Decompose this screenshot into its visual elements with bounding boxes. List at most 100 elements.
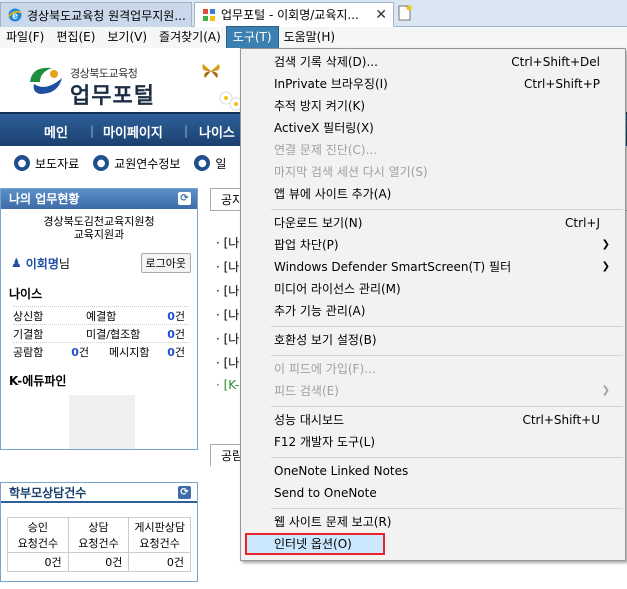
menu-item-feed-discovery: 피드 검색(E) ❯ [242, 380, 624, 402]
user-icon: ● [194, 155, 211, 171]
menu-file[interactable]: 파일(F) [0, 27, 50, 48]
table-header: 상담 요청건수 [69, 518, 130, 552]
user-row: ♟ 이회명 님 로그아웃 [11, 253, 197, 273]
menu-item-popup-blocker[interactable]: 팝업 차단(P) ❯ [242, 234, 624, 256]
menu-separator [271, 406, 623, 407]
stat-label[interactable]: 상신함 [13, 308, 86, 324]
menu-tools[interactable]: 도구(T) [225, 26, 279, 49]
stat-value: 0건 [167, 309, 185, 323]
panel-title-text: 나의 업무현황 [9, 192, 80, 206]
menu-item-send-to-onenote[interactable]: Send to OneNote [242, 482, 624, 504]
menu-item-activex-filtering[interactable]: ActiveX 필터링(X) [242, 117, 624, 139]
new-tab-icon[interactable] [396, 4, 414, 22]
org-line-1: 경상북도김천교육지원청 [43, 215, 155, 228]
menu-view[interactable]: 보기(V) [101, 27, 153, 48]
menu-separator [271, 457, 623, 458]
browser-tab-remote-support[interactable]: e 경상북도교육청 원격업무지원... [0, 2, 192, 27]
list-item[interactable]: · [나 [216, 354, 239, 378]
gyeongbuk-logo-icon[interactable] [26, 62, 66, 98]
menu-item-view-downloads[interactable]: 다운로드 보기(N) Ctrl+J [242, 212, 624, 234]
stat-label[interactable]: 기결함 [13, 326, 86, 342]
shortcut: Ctrl+Shift+Del [511, 55, 600, 69]
quicklink-label: 일 [215, 156, 227, 171]
quicklink-press[interactable]: ● 보도자료 [14, 155, 79, 172]
menu-item-internet-options[interactable]: 인터넷 옵션(O) [245, 533, 385, 555]
nav-mypage[interactable]: 마이페이지 [103, 122, 163, 141]
browser-tab-bar: e 경상북도교육청 원격업무지원... 업무포털 - 이회명/교육지... ✕ [0, 0, 627, 27]
menu-item-smartscreen[interactable]: Windows Defender SmartScreen(T) 필터 ❯ [242, 256, 624, 278]
menu-edit[interactable]: 편집(E) [50, 27, 101, 48]
shortcut: Ctrl+Shift+U [522, 413, 600, 427]
tab-label: 경상북도교육청 원격업무지원... [27, 8, 185, 23]
nav-divider: | [90, 124, 95, 138]
org-line-2: 교육지원과 [73, 228, 125, 241]
quicklink-training[interactable]: ● 교원연수정보 [93, 155, 180, 172]
menu-favorites[interactable]: 즐겨찾기(A) [153, 27, 227, 48]
butterfly-icon [202, 64, 220, 78]
menu-item-report-website-problems[interactable]: 웹 사이트 문제 보고(R) [242, 511, 624, 533]
stat-label[interactable]: 공람함 [13, 344, 63, 360]
list-item[interactable]: · [K- [216, 378, 239, 402]
nav-neis[interactable]: 나이스 [199, 122, 235, 141]
menu-item-add-to-apps[interactable]: 앱 뷰에 사이트 추가(A) [242, 183, 624, 205]
submenu-arrow-icon: ❯ [601, 261, 610, 272]
quicklink-third[interactable]: ● 일 [194, 155, 226, 172]
my-work-status-panel: 나의 업무현황 ⟳ 경상북도김천교육지원청 교육지원과 ♟ 이회명 님 로그아웃… [0, 188, 198, 450]
quicklink-label: 보도자료 [35, 156, 80, 171]
neis-stats: 상신함 예결함 0건 기결함 미결/협조함 0건 공람함 0건 메시지함 0건 [13, 306, 189, 360]
list-item[interactable]: · [나 [216, 282, 239, 306]
logo-title[interactable]: 업무포털 [70, 78, 155, 110]
table-cell[interactable]: 0건 [68, 552, 130, 571]
user-suffix: 님 [58, 256, 70, 271]
browser-tab-portal[interactable]: 업무포털 - 이회명/교육지... ✕ [194, 2, 394, 27]
list-item[interactable]: · [나 [216, 330, 239, 354]
menu-item-f12-devtools[interactable]: F12 개발자 도구(L) [242, 431, 624, 453]
quick-links: ● 보도자료 ● 교원연수정보 ● 일 [0, 152, 226, 174]
quicklink-label: 교원연수정보 [114, 156, 181, 171]
menu-item-compatibility-view[interactable]: 호환성 보기 설정(B) [242, 329, 624, 351]
nav-main[interactable]: 메인 [44, 122, 68, 141]
stat-value: 0건 [167, 345, 185, 359]
stats-row: 기결함 미결/협조함 0건 [13, 324, 189, 342]
edufine-image-placeholder [69, 395, 135, 449]
menu-item-performance-dashboard[interactable]: 성능 대시보드 Ctrl+Shift+U [242, 409, 624, 431]
menu-item-subscribe-feed: 이 피드에 가입(F)... [274, 362, 376, 376]
menu-separator [271, 355, 623, 356]
menu-separator [271, 508, 623, 509]
user-name[interactable]: 이회명 [26, 255, 59, 272]
table-cell[interactable]: 0건 [8, 552, 69, 571]
table-header: 승인 요청건수 [8, 518, 69, 552]
user-icon: ● [14, 155, 30, 171]
stat-label[interactable]: 메시지함 [109, 344, 159, 360]
menu-item-diagnose-connection: 연결 문제 진단(C)... [274, 143, 378, 157]
refresh-icon[interactable]: ⟳ [178, 486, 191, 499]
shortcut: Ctrl+J [565, 216, 600, 230]
menu-item-inprivate[interactable]: InPrivate 브라우징(I) Ctrl+Shift+P [242, 73, 624, 95]
stats-row: 공람함 0건 메시지함 0건 [13, 342, 189, 360]
tab-label: 업무포털 - 이회명/교육지... [221, 8, 359, 22]
stat-label[interactable]: 미결/협조함 [86, 326, 159, 342]
list-item[interactable]: · [나 [216, 258, 239, 282]
neis-section-title: 나이스 [9, 287, 43, 301]
parent-counseling-panel: 학부모상담건수 ⟳ 승인 요청건수 상담 요청건수 게시판상담 요청건수 0건 0건 … [0, 482, 198, 582]
refresh-icon[interactable]: ⟳ [178, 192, 191, 205]
submenu-arrow-icon: ❯ [601, 385, 610, 396]
menu-item-delete-history[interactable]: 검색 기록 삭제(D)... Ctrl+Shift+Del [242, 51, 624, 73]
menu-item-manage-addons[interactable]: 추가 기능 관리(A) [242, 300, 624, 322]
menu-help[interactable]: 도움말(H) [278, 27, 342, 48]
logout-button[interactable]: 로그아웃 [140, 253, 191, 273]
list-item[interactable]: · [나 [216, 234, 239, 258]
shortcut: Ctrl+Shift+P [524, 77, 600, 91]
menu-bar: 파일(F) 편집(E) 보기(V) 즐겨찾기(A) 도구(T) 도움말(H) [0, 26, 627, 49]
close-tab-icon[interactable]: ✕ [375, 7, 387, 23]
tools-menu: 검색 기록 삭제(D)... Ctrl+Shift+Del InPrivate 브… [240, 48, 626, 561]
table-cell[interactable]: 0건 [129, 552, 190, 571]
list-item[interactable]: · [나 [216, 306, 239, 330]
notice-list: · [나 · [나 · [나 · [나 · [나 · [나 · [K- [216, 234, 239, 402]
stat-label[interactable]: 예결함 [86, 308, 159, 324]
menu-item-media-licenses[interactable]: 미디어 라이선스 관리(M) [242, 278, 624, 300]
organization-name: 경상북도김천교육지원청 교육지원과 [1, 215, 197, 241]
nav-divider: | [184, 124, 189, 138]
menu-item-tracking-protection[interactable]: 추적 방지 켜기(K) [242, 95, 624, 117]
menu-item-onenote-linked-notes[interactable]: OneNote Linked Notes [242, 460, 624, 482]
